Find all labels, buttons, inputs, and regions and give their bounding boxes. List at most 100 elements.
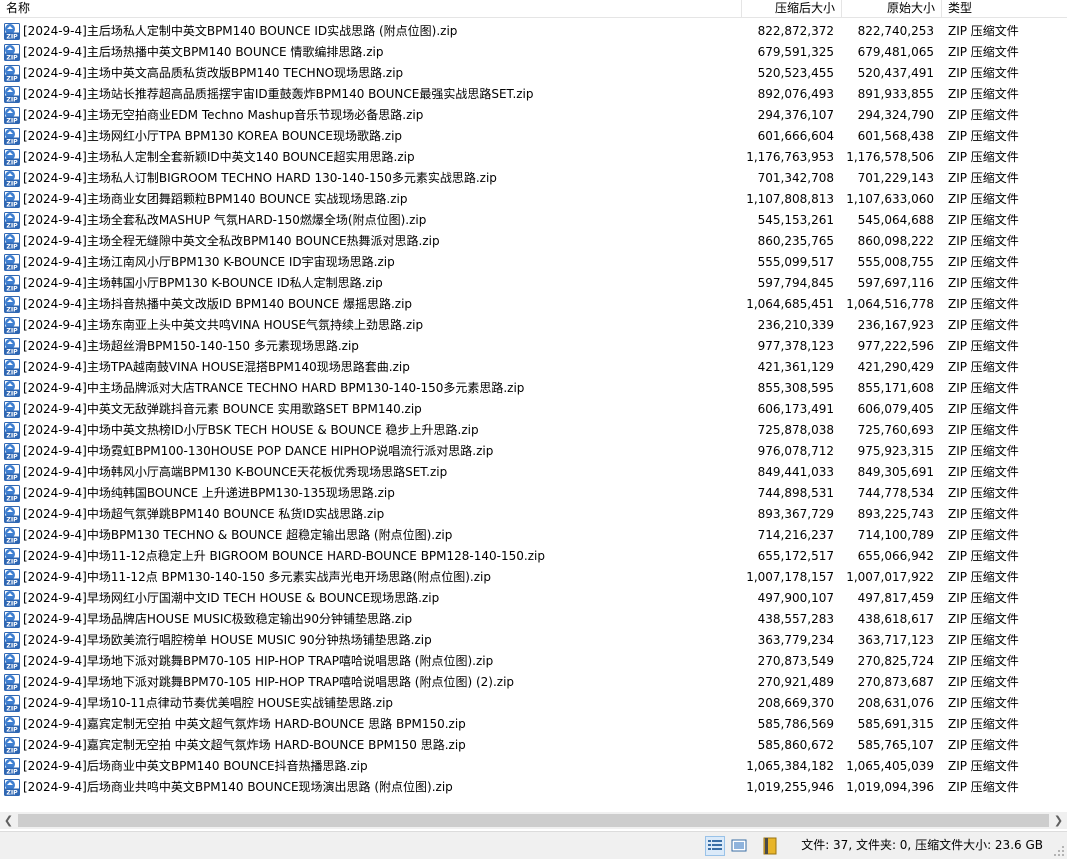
file-row[interactable]: ZIP [2024-9-4]主场全程无缝隙中英文全私改BPM140 BOUNCE…: [0, 231, 1067, 252]
svg-text:ZIP: ZIP: [6, 748, 18, 754]
file-type: ZIP 压缩文件: [948, 780, 1019, 794]
file-row[interactable]: ZIP [2024-9-4]主场无空拍商业EDM Techno Mashup音乐…: [0, 105, 1067, 126]
packed-size: 497,900,107: [757, 591, 834, 605]
file-row[interactable]: ZIP [2024-9-4]主场网红小厅TPA BPM130 KOREA BOU…: [0, 126, 1067, 147]
original-size: 294,324,790: [857, 108, 934, 122]
file-name-cell: ZIP [2024-9-4]主场全套私改MASHUP 气氛HARD-150燃爆全…: [4, 210, 740, 231]
file-name-cell: ZIP [2024-9-4]主场抖音热播中英文改版ID BPM140 BOUNC…: [4, 294, 740, 315]
column-original-size-header[interactable]: 原始大小: [842, 0, 942, 18]
file-row[interactable]: ZIP [2024-9-4]后场商业共鸣中英文BPM140 BOUNCE现场演出…: [0, 777, 1067, 798]
file-row[interactable]: ZIP [2024-9-4]主后场热播中英文BPM140 BOUNCE 情歌编排…: [0, 42, 1067, 63]
file-name: [2024-9-4]主场商业女团舞蹈颗粒BPM140 BOUNCE 实战现场思路…: [23, 192, 408, 206]
file-row[interactable]: ZIP [2024-9-4]主场商业女团舞蹈颗粒BPM140 BOUNCE 实战…: [0, 189, 1067, 210]
file-name: [2024-9-4]主场韩国小厅BPM130 K-BOUNCE ID私人定制思路…: [23, 276, 383, 290]
file-row[interactable]: ZIP [2024-9-4]后场商业中英文BPM140 BOUNCE抖音热播思路…: [0, 756, 1067, 777]
file-row[interactable]: ZIP [2024-9-4]早场网红小厅国潮中文ID TECH HOUSE & …: [0, 588, 1067, 609]
file-row[interactable]: ZIP [2024-9-4]主场东南亚上头中英文共鸣VINA HOUSE气氛持续…: [0, 315, 1067, 336]
file-row[interactable]: ZIP [2024-9-4]嘉宾定制无空拍 中英文超气氛炸场 HARD-BOUN…: [0, 714, 1067, 735]
resize-grip-icon[interactable]: [1053, 845, 1065, 857]
original-size: 1,007,017,922: [846, 570, 934, 584]
svg-text:ZIP: ZIP: [6, 391, 18, 397]
zip-file-icon: ZIP: [4, 380, 20, 397]
file-row[interactable]: ZIP [2024-9-4]中主场品牌派对大店TRANCE TECHNO HAR…: [0, 378, 1067, 399]
file-row[interactable]: ZIP [2024-9-4]主场韩国小厅BPM130 K-BOUNCE ID私人…: [0, 273, 1067, 294]
zip-file-icon: ZIP: [4, 527, 20, 544]
horizontal-scrollbar[interactable]: ❮ ❯: [0, 812, 1067, 829]
file-name-cell: ZIP [2024-9-4]早场网红小厅国潮中文ID TECH HOUSE & …: [4, 588, 740, 609]
zip-file-icon: ZIP: [4, 779, 20, 796]
original-size: 270,825,724: [857, 654, 934, 668]
file-name-cell: ZIP [2024-9-4]主场站长推荐超高品质摇摆宇宙ID重鼓轰炸BPM140…: [4, 84, 740, 105]
column-type-header[interactable]: 类型: [942, 0, 1067, 18]
file-type: ZIP 压缩文件: [948, 171, 1019, 185]
zip-file-icon: ZIP: [4, 233, 20, 250]
zip-file-icon: ZIP: [4, 296, 20, 313]
file-row[interactable]: ZIP [2024-9-4]早场10-11点律动节奏优美唱腔 HOUSE实战铺垫…: [0, 693, 1067, 714]
file-row[interactable]: ZIP [2024-9-4]中场超气氛弹跳BPM140 BOUNCE 私货ID实…: [0, 504, 1067, 525]
file-row[interactable]: ZIP [2024-9-4]早场品牌店HOUSE MUSIC极致稳定输出90分钟…: [0, 609, 1067, 630]
file-row[interactable]: ZIP [2024-9-4]主场私人定制全套新颖ID中英文140 BOUNCE超…: [0, 147, 1067, 168]
zip-file-icon: ZIP: [4, 569, 20, 586]
file-type: ZIP 压缩文件: [948, 150, 1019, 164]
file-row[interactable]: ZIP [2024-9-4]主场江南风小厅BPM130 K-BOUNCE ID宇…: [0, 252, 1067, 273]
file-name: [2024-9-4]中场霓虹BPM100-130HOUSE POP DANCE …: [23, 444, 494, 458]
file-name: [2024-9-4]主场超丝滑BPM150-140-150 多元素现场思路.zi…: [23, 339, 359, 353]
file-type: ZIP 压缩文件: [948, 129, 1019, 143]
scroll-right-icon[interactable]: ❯: [1050, 812, 1067, 829]
file-row[interactable]: ZIP [2024-9-4]主场中英文高品质私货改版BPM140 TECHNO现…: [0, 63, 1067, 84]
packed-size: 585,786,569: [757, 717, 834, 731]
file-name: [2024-9-4]中场中英文热榜ID小厅BSK TECH HOUSE & BO…: [23, 423, 479, 437]
zip-file-icon: ZIP: [4, 65, 20, 82]
file-row[interactable]: ZIP [2024-9-4]主场全套私改MASHUP 气氛HARD-150燃爆全…: [0, 210, 1067, 231]
file-name: [2024-9-4]中场纯韩国BOUNCE 上升递进BPM130-135现场思路…: [23, 486, 395, 500]
file-row[interactable]: ZIP [2024-9-4]早场地下派对跳舞BPM70-105 HIP-HOP …: [0, 672, 1067, 693]
svg-text:ZIP: ZIP: [6, 622, 18, 628]
file-name: [2024-9-4]主场东南亚上头中英文共鸣VINA HOUSE气氛持续上劲思路…: [23, 318, 424, 332]
column-name-header[interactable]: 名称: [0, 0, 742, 18]
file-name-cell: ZIP [2024-9-4]中场霓虹BPM100-130HOUSE POP DA…: [4, 441, 740, 462]
file-row[interactable]: ZIP [2024-9-4]中场11-12点 BPM130-140-150 多元…: [0, 567, 1067, 588]
large-icons-view-button[interactable]: [729, 836, 749, 856]
file-row[interactable]: ZIP [2024-9-4]主场私人订制BIGROOM TECHNO HARD …: [0, 168, 1067, 189]
file-row[interactable]: ZIP [2024-9-4]嘉宾定制无空拍 中英文超气氛炸场 HARD-BOUN…: [0, 735, 1067, 756]
zip-file-icon: ZIP: [4, 170, 20, 187]
scroll-left-icon[interactable]: ❮: [0, 812, 17, 829]
scrollbar-thumb[interactable]: [18, 814, 1049, 827]
status-bar: 文件: 37, 文件夹: 0, 压缩文件大小: 23.6 GB: [0, 831, 1067, 859]
file-name: [2024-9-4]主场网红小厅TPA BPM130 KOREA BOUNCE现…: [23, 129, 403, 143]
file-row[interactable]: ZIP [2024-9-4]主场站长推荐超高品质摇摆宇宙ID重鼓轰炸BPM140…: [0, 84, 1067, 105]
file-name-cell: ZIP [2024-9-4]主场超丝滑BPM150-140-150 多元素现场思…: [4, 336, 740, 357]
file-row[interactable]: ZIP [2024-9-4]中场11-12点稳定上升 BIGROOM BOUNC…: [0, 546, 1067, 567]
file-row[interactable]: ZIP [2024-9-4]主场超丝滑BPM150-140-150 多元素现场思…: [0, 336, 1067, 357]
file-name: [2024-9-4]中场11-12点稳定上升 BIGROOM BOUNCE HA…: [23, 549, 545, 563]
file-row[interactable]: ZIP [2024-9-4]主场抖音热播中英文改版ID BPM140 BOUNC…: [0, 294, 1067, 315]
original-size: 860,098,222: [857, 234, 934, 248]
file-name-cell: ZIP [2024-9-4]中场BPM130 TECHNO & BOUNCE 超…: [4, 525, 740, 546]
original-size: 725,760,693: [857, 423, 934, 437]
file-name: [2024-9-4]中英文无敌弹跳抖音元素 BOUNCE 实用歌路SET BPM…: [23, 402, 422, 416]
file-row[interactable]: ZIP [2024-9-4]中场BPM130 TECHNO & BOUNCE 超…: [0, 525, 1067, 546]
details-view-button[interactable]: [705, 836, 725, 856]
packed-size: 679,591,325: [757, 45, 834, 59]
zip-file-icon: ZIP: [4, 653, 20, 670]
file-name-cell: ZIP [2024-9-4]主后场热播中英文BPM140 BOUNCE 情歌编排…: [4, 42, 740, 63]
archive-info-button[interactable]: [760, 836, 780, 856]
svg-text:ZIP: ZIP: [6, 202, 18, 208]
file-row[interactable]: ZIP [2024-9-4]早场地下派对跳舞BPM70-105 HIP-HOP …: [0, 651, 1067, 672]
column-packed-size-header[interactable]: 压缩后大小: [742, 0, 842, 18]
file-type: ZIP 压缩文件: [948, 717, 1019, 731]
file-name-cell: ZIP [2024-9-4]早场10-11点律动节奏优美唱腔 HOUSE实战铺垫…: [4, 693, 740, 714]
original-size: 1,065,405,039: [846, 759, 934, 773]
original-size: 701,229,143: [857, 171, 934, 185]
original-size: 555,008,755: [857, 255, 934, 269]
zip-file-icon: ZIP: [4, 254, 20, 271]
file-row[interactable]: ZIP [2024-9-4]中场中英文热榜ID小厅BSK TECH HOUSE …: [0, 420, 1067, 441]
packed-size: 725,878,038: [757, 423, 834, 437]
file-row[interactable]: ZIP [2024-9-4]中场韩风小厅高端BPM130 K-BOUNCE天花板…: [0, 462, 1067, 483]
file-row[interactable]: ZIP [2024-9-4]中英文无敌弹跳抖音元素 BOUNCE 实用歌路SET…: [0, 399, 1067, 420]
file-row[interactable]: ZIP [2024-9-4]中场霓虹BPM100-130HOUSE POP DA…: [0, 441, 1067, 462]
file-row[interactable]: ZIP [2024-9-4]主场TPA越南鼓VINA HOUSE混搭BPM140…: [0, 357, 1067, 378]
file-row[interactable]: ZIP [2024-9-4]早场欧美流行唱腔榜单 HOUSE MUSIC 90分…: [0, 630, 1067, 651]
file-row[interactable]: ZIP [2024-9-4]主后场私人定制中英文BPM140 BOUNCE ID…: [0, 21, 1067, 42]
file-row[interactable]: ZIP [2024-9-4]中场纯韩国BOUNCE 上升递进BPM130-135…: [0, 483, 1067, 504]
